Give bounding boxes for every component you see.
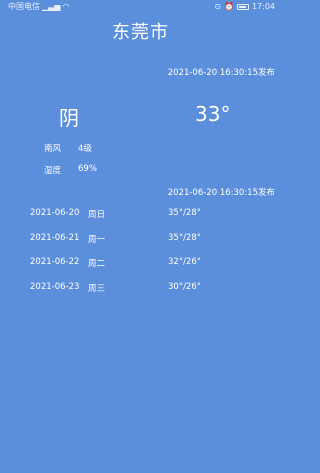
forecast-temps: 30°/26°: [168, 281, 201, 292]
forecast-row: 2021-06-22 周二 32°/26°: [30, 257, 270, 282]
wind-row: 南风 4级: [44, 142, 92, 154]
status-bar: 中国电信 ▁▃▅ ◠ ⊙ ⏰ 17:04: [0, 0, 281, 14]
forecast-date: 2021-06-22: [30, 257, 80, 267]
current-weather: 阴: [59, 106, 79, 130]
publish-time-forecast: 2021-06-20 16:30:15发布: [167, 188, 275, 198]
forecast-temps: 35°/28°: [168, 232, 201, 243]
forecast-row: 2021-06-21 周一 35°/28°: [30, 233, 270, 258]
status-left: 中国电信 ▁▃▅ ◠: [8, 0, 69, 14]
forecast-date: 2021-06-23: [30, 281, 80, 292]
forecast-date: 2021-06-20: [30, 208, 80, 218]
current-temperature: 33°: [195, 102, 231, 126]
wind-label: 南风: [44, 144, 62, 154]
forecast-date: 2021-06-21: [30, 232, 80, 243]
status-time: 17:04: [251, 2, 275, 11]
city-title: 东莞市: [112, 22, 169, 43]
carrier-label: 中国电信: [8, 2, 40, 11]
forecast-weekday: 周一: [88, 234, 106, 245]
wind-value: 4级: [78, 144, 92, 154]
status-right: ⊙ ⏰ 17:04: [214, 0, 275, 14]
location-icon: ⊙: [214, 2, 221, 11]
humidity-label: 湿度: [44, 166, 62, 176]
forecast-weekday: 周二: [88, 259, 106, 269]
publish-time-header: 2021-06-20 16:30:15发布: [167, 68, 275, 78]
forecast-row: 2021-06-20 周日 35°/28°: [30, 208, 270, 233]
humidity-value: 69%: [78, 164, 97, 174]
wifi-icon: ◠: [62, 2, 70, 11]
humidity-row: 湿度 69%: [44, 164, 97, 176]
signal-icon: ▁▃▅: [42, 2, 61, 11]
forecast-temps: 35°/28°: [168, 208, 201, 218]
forecast-row: 2021-06-23 周三 30°/26°: [30, 282, 270, 307]
forecast-temps: 32°/26°: [168, 257, 201, 267]
forecast-list: 2021-06-20 周日 35°/28° 2021-06-21 周一 35°/…: [30, 208, 270, 306]
forecast-weekday: 周三: [88, 283, 106, 294]
battery-icon: [236, 4, 249, 10]
forecast-weekday: 周日: [88, 210, 106, 220]
alarm-icon: ⏰: [223, 2, 234, 11]
